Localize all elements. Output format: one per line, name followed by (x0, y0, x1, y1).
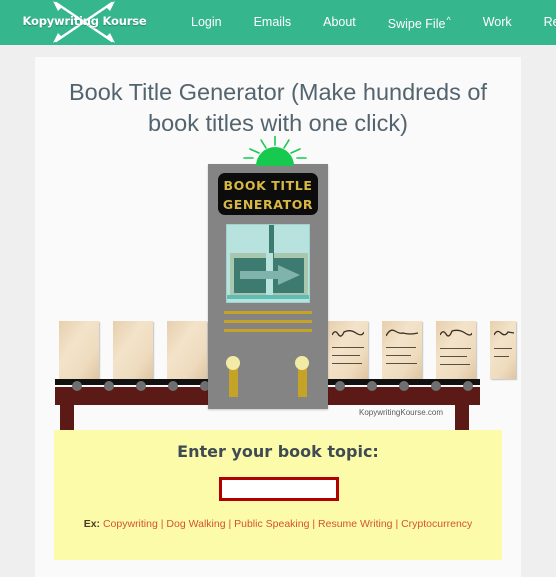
blank-paper (167, 321, 207, 379)
window-base (227, 295, 309, 299)
nav-links: Login Emails About Swipe File^ Work Reso… (175, 0, 556, 45)
examples-label: Ex: (83, 518, 101, 530)
arrow-right-icon (240, 265, 300, 285)
conveyor-roller (136, 381, 146, 391)
machine-stripe (224, 329, 312, 332)
example-link-dog-walking[interactable]: Dog Walking (166, 518, 225, 530)
book-title-generator-illustration: BOOK TITLE GENERATOR KopywritingKourse.c… (35, 136, 521, 471)
scribble-icon (386, 329, 418, 337)
conveyor-roller (72, 381, 82, 391)
conveyor-roller (367, 381, 377, 391)
conveyor-roller (104, 381, 114, 391)
nav-item-swipe-file[interactable]: Swipe File^ (372, 0, 467, 47)
scribble-icon (494, 330, 514, 336)
watermark: KopywritingKourse.com (359, 408, 444, 417)
conveyor-roller (168, 381, 178, 391)
machine-stripe (224, 311, 312, 314)
nav-item-swipe-file-label: Swipe File (387, 17, 446, 32)
nav-item-resources-label: Resources (543, 15, 556, 29)
nav-item-work-label: Work (482, 15, 512, 29)
printed-paper (436, 321, 476, 379)
example-topics: Ex: Copywriting | Dog Walking | Public S… (54, 518, 502, 530)
machine-stripe (224, 320, 312, 323)
printed-paper (490, 321, 516, 379)
book-topic-input[interactable] (219, 477, 339, 501)
example-link-resume-writing[interactable]: Resume Writing (318, 518, 393, 530)
generator-machine: BOOK TITLE GENERATOR (208, 136, 328, 409)
scribble-icon (440, 329, 472, 337)
conveyor-roller (399, 381, 409, 391)
machine-sign: BOOK TITLE GENERATOR (218, 173, 318, 215)
printed-paper (328, 321, 368, 379)
example-separator: | (312, 518, 316, 530)
example-link-copywriting[interactable]: Copywriting (103, 518, 158, 530)
conveyor-roller (431, 381, 441, 391)
example-separator: | (160, 518, 164, 530)
content-card: Book Title Generator (Make hundreds of b… (35, 57, 521, 577)
topic-form-box: Enter your book topic: Ex: Copywriting |… (54, 430, 502, 560)
machine-sign-line1: BOOK TITLE (223, 178, 313, 193)
machine-lever-knob-right[interactable] (295, 356, 309, 370)
machine-window (226, 224, 310, 303)
example-link-public-speaking[interactable]: Public Speaking (234, 518, 309, 530)
brand-logo[interactable]: Kopywriting Kourse (22, 0, 147, 45)
machine-sign-line2: GENERATOR (222, 197, 314, 212)
scribble-icon (332, 330, 364, 337)
machine-lever-knob-left[interactable] (226, 356, 240, 370)
nav-item-resources[interactable]: Resources (528, 0, 556, 45)
conveyor-roller (463, 381, 473, 391)
chevron-up-icon: ^ (446, 14, 451, 25)
nav-item-login[interactable]: Login (175, 0, 238, 45)
blank-paper (59, 321, 99, 379)
brand-name: Kopywriting Kourse (22, 14, 147, 28)
nav-item-about[interactable]: About (307, 0, 372, 45)
example-separator: | (395, 518, 399, 530)
blank-paper (113, 321, 153, 379)
example-separator: | (228, 518, 232, 530)
nav-item-emails-label: Emails (253, 15, 292, 29)
nav-item-login-label: Login (191, 15, 222, 29)
nav-item-about-label: About (323, 15, 356, 29)
printed-paper (382, 321, 422, 379)
conveyor-roller (335, 381, 345, 391)
form-heading: Enter your book topic: (177, 442, 379, 461)
nav-item-work[interactable]: Work (467, 0, 528, 45)
top-navbar: Kopywriting Kourse Login Emails About Sw… (0, 0, 556, 45)
nav-item-emails[interactable]: Emails (238, 0, 308, 45)
example-link-cryptocurrency[interactable]: Cryptocurrency (401, 518, 472, 530)
page-title: Book Title Generator (Make hundreds of b… (69, 79, 487, 136)
